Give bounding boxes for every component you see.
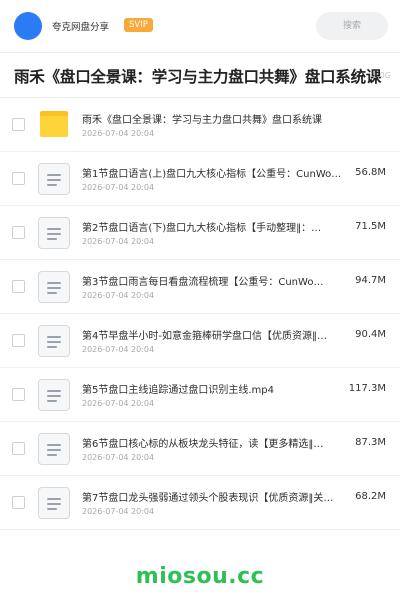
file-name: 第4节早盘半小时-如意金箍棒研学盘口信【优质资源‖…	[82, 331, 327, 342]
app-header: 夸克网盘分享 SVIP 搜索	[0, 0, 400, 52]
document-icon	[38, 379, 70, 411]
file-date: 2026-07-04 20:04	[82, 453, 155, 462]
file-size: 56.8M	[355, 167, 386, 178]
page-title: 雨禾《盘口全景课：学习与主力盘口共舞》盘口系统课	[14, 68, 382, 86]
svip-badge: SVIP	[124, 18, 153, 32]
file-name: 第5节盘口主线追踪通过盘口识别主线.mp4	[82, 385, 274, 396]
file-name: 第2节盘口语言(下)盘口九大核心指标【手动整理‖：…	[82, 223, 322, 234]
select-checkbox[interactable]	[12, 334, 25, 347]
select-checkbox[interactable]	[12, 280, 25, 293]
file-size: 90.4M	[355, 329, 386, 340]
select-checkbox[interactable]	[12, 118, 25, 131]
document-icon	[38, 163, 70, 195]
folder-icon	[38, 109, 70, 141]
list-item[interactable]: 第3节盘口雨言每日看盘流程梳理【公重号：CunWo… 2026-07-04 20…	[0, 260, 400, 314]
file-date: 2026-07-04 20:04	[82, 237, 155, 246]
list-item[interactable]: 第5节盘口主线追踪通过盘口识别主线.mp4 2026-07-04 20:04 1…	[0, 368, 400, 422]
file-date: 2026-07-04 20:04	[82, 345, 155, 354]
app-name: 夸克网盘分享	[52, 22, 110, 33]
list-item[interactable]: 第2节盘口语言(下)盘口九大核心指标【手动整理‖：… 2026-07-04 20…	[0, 206, 400, 260]
file-name: 第6节盘口核心标的从板块龙头特征，读【更多精选‖…	[82, 439, 324, 450]
document-icon	[38, 325, 70, 357]
file-size: 94.7M	[355, 275, 386, 286]
file-size: 68.2M	[355, 491, 386, 502]
file-date: 2026-07-04 20:04	[82, 507, 155, 516]
document-icon	[38, 217, 70, 249]
list-item[interactable]: 第6节盘口核心标的从板块龙头特征，读【更多精选‖… 2026-07-04 20:…	[0, 422, 400, 476]
document-icon	[38, 487, 70, 519]
file-size: 71.5M	[355, 221, 386, 232]
select-checkbox[interactable]	[12, 442, 25, 455]
file-size: 117.3M	[348, 383, 386, 394]
file-date: 2026-07-04 20:04	[82, 129, 155, 138]
folder-title-bar: 雨禾《盘口全景课：学习与主力盘口共舞》盘口系统课 1.0G	[0, 52, 400, 98]
file-name: 第1节盘口语言(上)盘口九大核心指标【公重号：CunWo…	[82, 169, 342, 180]
document-icon	[38, 271, 70, 303]
search-input[interactable]: 搜索	[316, 12, 388, 40]
select-checkbox[interactable]	[12, 496, 25, 509]
file-name: 第7节盘口龙头强弱通过领头个股表现识【优质资源‖关…	[82, 493, 334, 504]
select-checkbox[interactable]	[12, 226, 25, 239]
file-list: 雨禾《盘口全景课：学习与主力盘口共舞》盘口系统课 2026-07-04 20:0…	[0, 98, 400, 530]
file-name: 第3节盘口雨言每日看盘流程梳理【公重号：CunWo…	[82, 277, 324, 288]
watermark: miosou.cc	[135, 564, 265, 589]
avatar[interactable]	[14, 12, 42, 40]
select-checkbox[interactable]	[12, 388, 25, 401]
file-date: 2026-07-04 20:04	[82, 399, 155, 408]
document-icon	[38, 433, 70, 465]
total-size: 1.0G	[372, 71, 391, 80]
select-checkbox[interactable]	[12, 172, 25, 185]
list-item[interactable]: 雨禾《盘口全景课：学习与主力盘口共舞》盘口系统课 2026-07-04 20:0…	[0, 98, 400, 152]
file-name: 雨禾《盘口全景课：学习与主力盘口共舞》盘口系统课	[82, 115, 322, 126]
file-date: 2026-07-04 20:04	[82, 183, 155, 192]
list-item[interactable]: 第4节早盘半小时-如意金箍棒研学盘口信【优质资源‖… 2026-07-04 20…	[0, 314, 400, 368]
list-item[interactable]: 第7节盘口龙头强弱通过领头个股表现识【优质资源‖关… 2026-07-04 20…	[0, 476, 400, 530]
file-date: 2026-07-04 20:04	[82, 291, 155, 300]
file-size: 87.3M	[355, 437, 386, 448]
list-item[interactable]: 第1节盘口语言(上)盘口九大核心指标【公重号：CunWo… 2026-07-04…	[0, 152, 400, 206]
